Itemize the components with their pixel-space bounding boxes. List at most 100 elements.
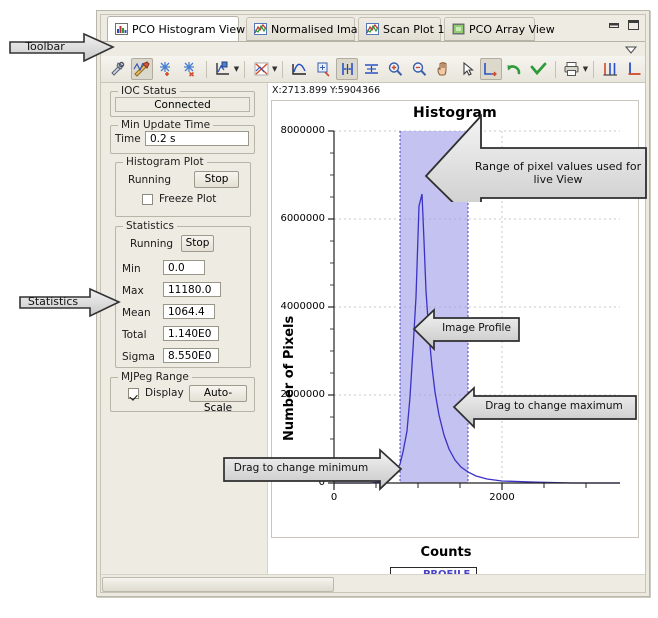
toolbar-separator [282,60,284,78]
xy-axis-icon[interactable] [623,58,645,80]
tab-underline [101,41,645,42]
statistics-state: Running [130,238,174,250]
mjpeg-display-label: Display [145,387,184,399]
image-plot-icon [366,23,379,35]
chevron-down-icon[interactable] [625,45,637,54]
min-update-time-input[interactable]: 0.2 s [145,131,249,146]
toolbar-separator [554,60,556,78]
chevron-down-icon[interactable]: ▼ [583,65,588,73]
callout-line2: live View [533,173,583,186]
stat-label-mean: Mean [122,307,151,319]
statistics-title: Statistics [123,220,177,232]
y-tick-label-6000000: 6000000 [280,213,325,224]
vertical-markers-icon[interactable] [336,58,359,80]
chevron-down-icon[interactable]: ▼ [272,65,277,73]
stat-label-max: Max [122,285,144,297]
chevron-down-icon[interactable]: ▼ [234,65,239,73]
zoom-in-icon[interactable] [384,58,406,80]
callout-toolbar: Toolbar [6,32,116,63]
freeze-plot-checkbox[interactable] [142,194,153,205]
maximize-icon[interactable] [627,19,640,31]
stat-label-total: Total [122,329,147,341]
tab-scan-plot-1[interactable]: Scan Plot 1 [358,17,445,41]
x-tick-label-0: 0 [330,492,338,503]
statistics-group: Statistics Running Stop Min 0.0 Max 1118… [115,220,251,368]
callout-statistics: Statistics [16,287,122,318]
y-axis-icon[interactable] [599,58,621,80]
print-icon[interactable] [561,58,583,80]
callout-label: Drag to change maximum [485,400,623,412]
callout-line1: Range of pixel values used for [474,160,642,173]
histogram-plot-stop-button[interactable]: Stop [194,171,239,188]
undo-icon[interactable] [504,58,526,80]
tab-label: PCO Histogram View [132,22,246,36]
min-update-time-group: Min Update Time Time 0.2 s [110,119,255,154]
x-tick-label-2000: 2000 [489,492,515,503]
remove-trace-icon[interactable] [179,58,201,80]
histogram-plot-state: Running [128,174,172,186]
array-view-icon [452,23,465,35]
callout-label: Range of pixel values used for live View [474,160,642,186]
window-buttons [608,19,640,31]
ioc-status-group: IOC Status Connected [110,85,255,117]
toolbar-separator [244,60,246,78]
toolbar-separator [593,60,595,78]
stat-value-sigma[interactable]: 8.550E0 [163,348,219,363]
pan-hand-icon[interactable] [432,58,454,80]
cursor-coordinate-readout: X:2713.899 Y:5904366 [272,85,381,96]
tab-normalised-image[interactable]: Normalised Image [246,17,371,41]
callout-range-of-pixel-values: Range of pixel values used for live View [424,110,652,202]
tab-bar: PCO Histogram View ✕ Normalised Image Sc… [101,15,645,54]
y-tick-label-2000000: 2000000 [280,389,325,400]
control-panel: IOC Status Connected Min Update Time Tim… [101,83,268,574]
ioc-status-value: Connected [115,97,250,112]
plot-tools-icon[interactable] [130,58,153,80]
callout-label: Drag to change minimum [233,462,369,474]
callout-label: Toolbar [25,40,65,53]
plot-style-icon[interactable] [250,58,272,80]
add-trace-icon[interactable] [155,58,177,80]
horizontal-scrollbar[interactable] [101,574,645,592]
tab-pco-histogram-view[interactable]: PCO Histogram View ✕ [107,16,260,41]
pco-histogram-window: PCO Histogram View ✕ Normalised Image Sc… [96,10,650,597]
tab-label: PCO Array View [469,22,555,36]
histogram-icon [115,23,128,35]
stat-label-sigma: Sigma [122,351,155,363]
zoom-out-icon[interactable] [408,58,430,80]
callout-drag-minimum: Drag to change minimum [222,447,404,492]
window-inner: PCO Histogram View ✕ Normalised Image Sc… [100,14,646,593]
plot-toolbar: ▼ ▼ ▼ [101,56,645,83]
image-plot-icon [254,23,267,35]
mjpeg-auto-scale-button[interactable]: Auto-Scale [189,385,247,414]
mjpeg-range-group: MJPeg Range Display Auto-Scale [110,371,255,414]
redo-icon[interactable] [528,58,550,80]
min-update-time-title: Min Update Time [118,119,214,131]
select-pointer-icon[interactable] [456,58,478,80]
stat-value-max[interactable]: 11180.0 [163,282,221,297]
scrollbar-thumb[interactable] [102,577,334,592]
callout-image-profile: Image Profile [412,305,522,353]
freeze-plot-label: Freeze Plot [159,193,217,205]
horizontal-markers-icon[interactable] [360,58,382,80]
stat-label-min: Min [122,263,141,275]
statistics-stop-button[interactable]: Stop [181,235,214,252]
auto-scale-icon[interactable] [479,58,502,80]
tab-label: Normalised Image [271,22,372,36]
fit-curve-icon[interactable] [288,58,310,80]
stat-value-total[interactable]: 1.140E0 [163,326,219,341]
toolbar-separator [205,60,207,78]
callout-drag-maximum: Drag to change maximum [452,385,640,430]
histogram-plot-group: Histogram Plot Running Stop Freeze Plot [115,156,251,217]
histogram-plot-title: Histogram Plot [123,156,207,168]
tab-pco-array-view[interactable]: PCO Array View [444,17,555,41]
axis-config-icon[interactable] [212,58,234,80]
time-label: Time [115,133,141,145]
minimize-icon[interactable] [608,19,621,31]
tab-label: Scan Plot 1 [383,22,445,36]
zoom-region-icon[interactable] [312,58,334,80]
y-tick-label-4000000: 4000000 [280,301,325,312]
y-tick-label-8000000: 8000000 [280,125,325,136]
stat-value-min[interactable]: 0.0 [163,260,205,275]
mjpeg-display-checkbox[interactable] [128,388,139,399]
stat-value-mean[interactable]: 1064.4 [163,304,215,319]
